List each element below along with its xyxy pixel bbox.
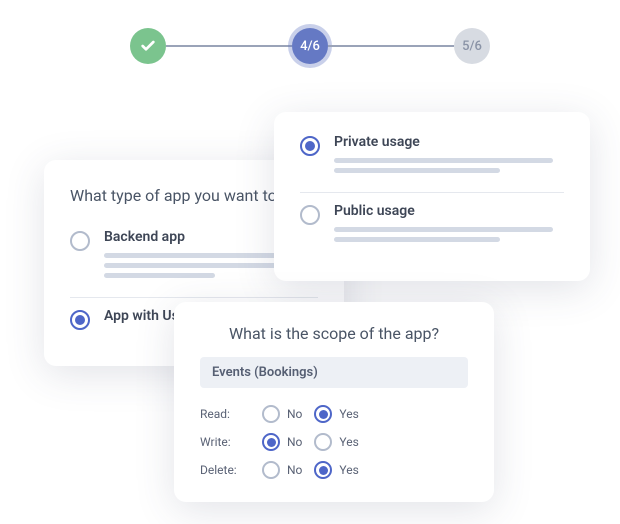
placeholder-line [334, 227, 553, 232]
radio-icon[interactable] [300, 136, 320, 156]
perm-label: No [287, 463, 302, 477]
perm-row-read: Read: No Yes [200, 400, 468, 428]
perm-row-delete: Delete: No Yes [200, 456, 468, 484]
step-complete [130, 28, 166, 64]
card-usage: Private usage Public usage [274, 112, 590, 281]
placeholder-line [334, 168, 500, 173]
option-private-usage[interactable]: Private usage [300, 134, 564, 193]
perm-option-yes[interactable]: Yes [314, 405, 358, 423]
radio-icon[interactable] [262, 405, 280, 423]
perm-label: No [287, 435, 302, 449]
radio-icon[interactable] [314, 433, 332, 451]
perm-row-write: Write: No Yes [200, 428, 468, 456]
radio-icon[interactable] [262, 461, 280, 479]
radio-icon[interactable] [262, 433, 280, 451]
step-connector [328, 45, 454, 47]
placeholder-line [334, 237, 500, 242]
step-upcoming: 5/6 [454, 28, 490, 64]
perm-option-no[interactable]: No [262, 433, 302, 451]
radio-icon[interactable] [314, 461, 332, 479]
placeholder-line [104, 273, 215, 278]
placeholder-line [334, 158, 553, 163]
check-icon [140, 38, 156, 54]
perm-key: Delete: [200, 463, 250, 477]
perm-option-no[interactable]: No [262, 461, 302, 479]
perm-option-no[interactable]: No [262, 405, 302, 423]
perm-label: Yes [339, 435, 358, 449]
radio-icon[interactable] [70, 310, 90, 330]
option-public-usage[interactable]: Public usage [300, 193, 564, 261]
step-connector [166, 45, 292, 47]
scope-category: Events (Bookings) [200, 357, 468, 388]
radio-icon[interactable] [70, 231, 90, 251]
card-scope: What is the scope of the app? Events (Bo… [174, 302, 494, 502]
perm-label: Yes [339, 463, 358, 477]
option-label: Public usage [334, 203, 564, 219]
radio-icon[interactable] [300, 205, 320, 225]
perm-option-yes[interactable]: Yes [314, 433, 358, 451]
card-title: What is the scope of the app? [200, 324, 468, 343]
perm-label: Yes [339, 407, 358, 421]
perm-option-yes[interactable]: Yes [314, 461, 358, 479]
option-label: Private usage [334, 134, 564, 150]
progress-stepper: 4/6 5/6 [130, 28, 490, 64]
perm-key: Write: [200, 435, 250, 449]
radio-icon[interactable] [314, 405, 332, 423]
perm-label: No [287, 407, 302, 421]
step-active[interactable]: 4/6 [292, 28, 328, 64]
perm-key: Read: [200, 407, 250, 421]
